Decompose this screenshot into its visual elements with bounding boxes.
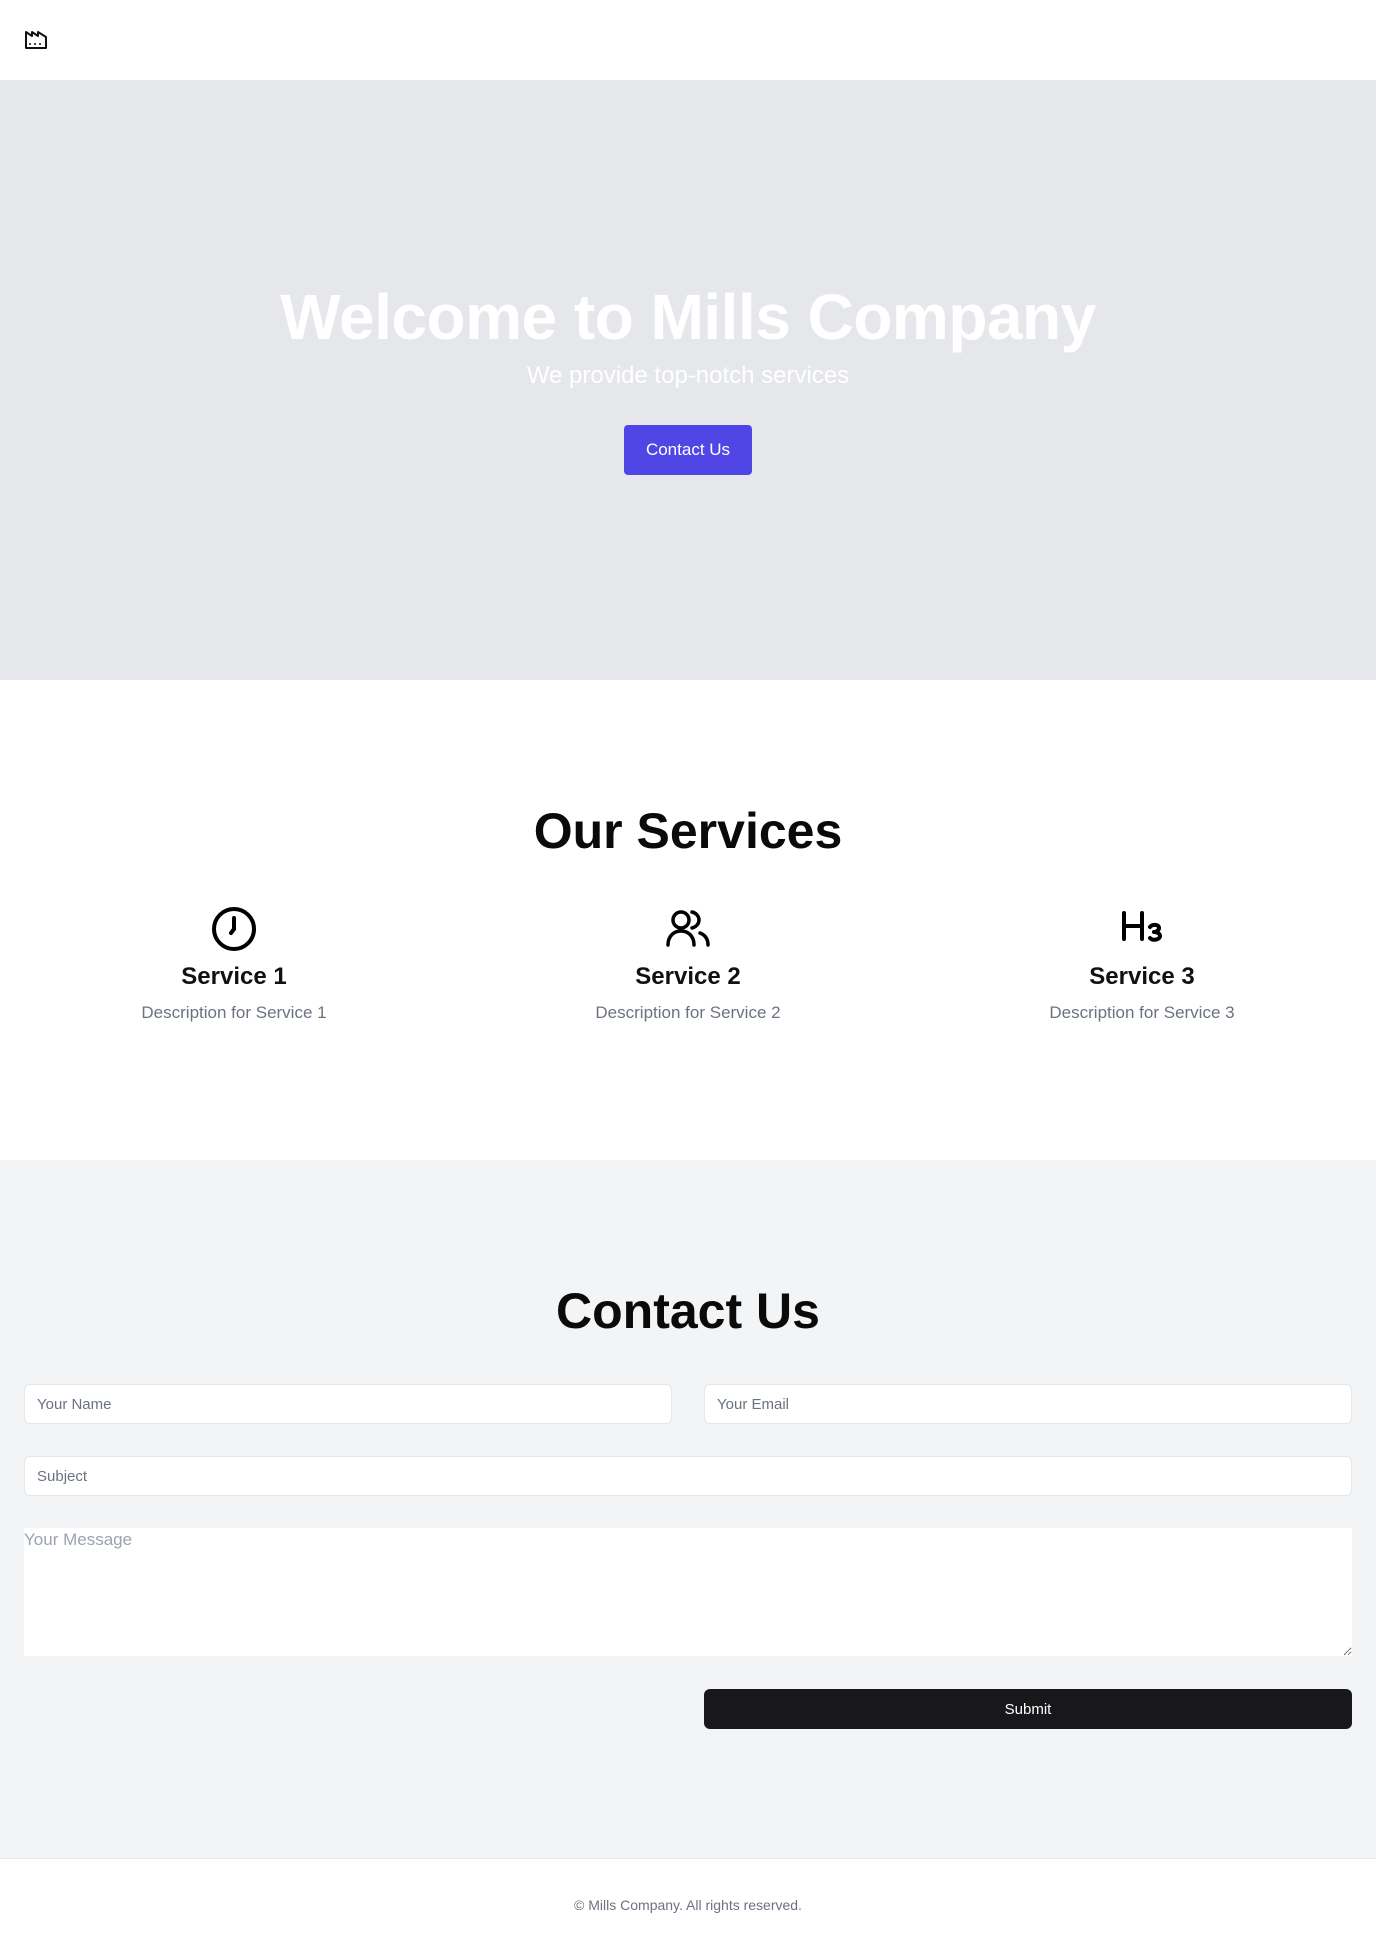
heading-3-icon	[1118, 905, 1166, 953]
service-description: Description for Service 3	[1049, 1003, 1235, 1022]
contact-us-button[interactable]: Contact Us	[624, 425, 752, 475]
email-input[interactable]	[704, 1384, 1352, 1424]
service-description: Description for Service 1	[141, 1003, 327, 1022]
copyright-text: © Mills Company. All rights reserved.	[574, 1897, 802, 1913]
service-name: Service 3	[1089, 963, 1195, 990]
services-heading: Our Services	[533, 803, 843, 859]
factory-icon[interactable]	[24, 28, 48, 52]
footer: © Mills Company. All rights reserved.	[0, 1858, 1376, 1936]
service-description: Description for Service 2	[595, 1003, 781, 1022]
hero-title: Welcome to Mills Company	[280, 281, 1096, 353]
users-icon	[664, 905, 712, 953]
hero-section: Welcome to Mills Company We provide top-…	[0, 80, 1376, 680]
contact-heading: Contact Us	[556, 1283, 820, 1339]
service-card: Service 1 Description for Service 1	[8, 905, 460, 1023]
message-textarea[interactable]	[24, 1528, 1352, 1656]
service-card: Service 3 Description for Service 3	[916, 905, 1368, 1023]
top-bar	[0, 0, 1376, 80]
contact-section: Contact Us Submit	[0, 1160, 1376, 1858]
service-name: Service 1	[181, 963, 287, 990]
subject-input[interactable]	[24, 1456, 1352, 1496]
clock-icon	[210, 905, 258, 953]
name-input[interactable]	[24, 1384, 672, 1424]
submit-button[interactable]: Submit	[704, 1689, 1352, 1729]
service-name: Service 2	[635, 963, 741, 990]
service-card: Service 2 Description for Service 2	[462, 905, 914, 1023]
services-section: Our Services Service 1 Description for S…	[0, 680, 1376, 1160]
hero-subtitle: We provide top-notch services	[526, 362, 850, 389]
